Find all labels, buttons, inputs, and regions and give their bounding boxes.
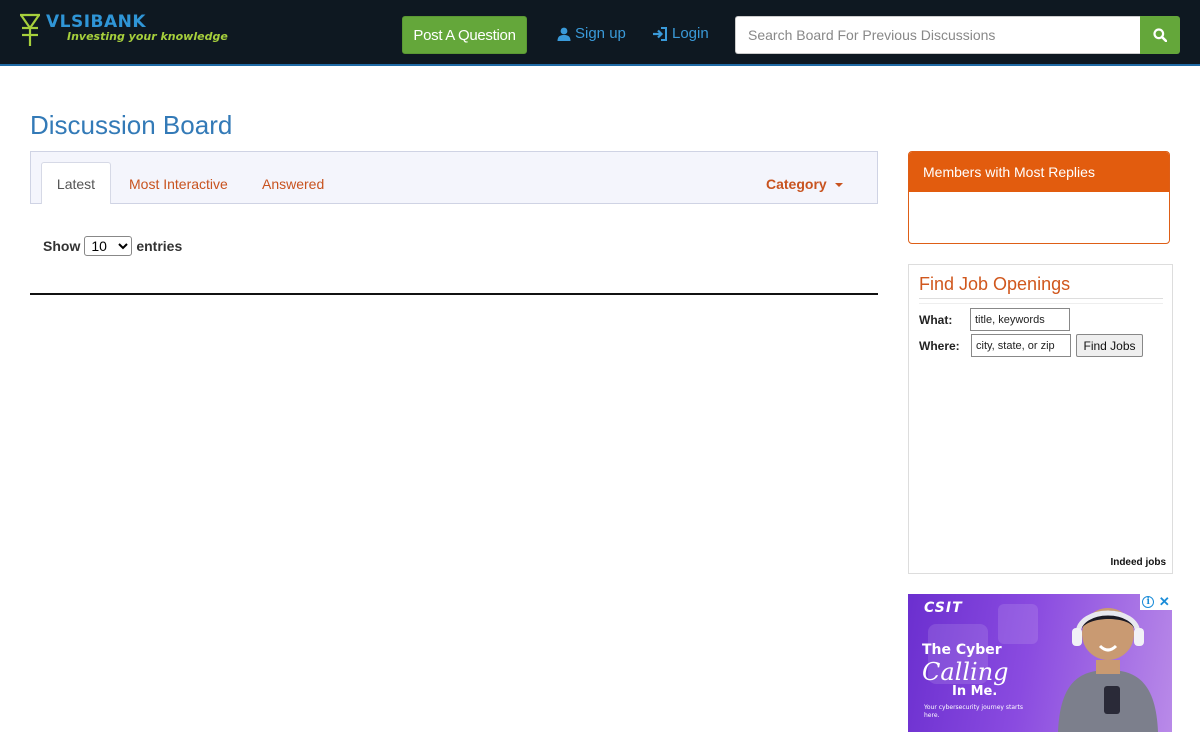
jobs-what-input[interactable]	[970, 308, 1070, 331]
ad-tagline: Your cybersecurity journey starts here.	[924, 704, 1023, 719]
search-input[interactable]	[735, 16, 1141, 54]
advertisement-banner[interactable]: CSIT The Cyber Calling In Me. Your cyber…	[908, 594, 1172, 732]
show-entries-control: Show 10 entries	[43, 236, 182, 256]
members-panel-heading: Members with Most Replies	[909, 152, 1169, 192]
post-question-button[interactable]: Post A Question	[402, 16, 527, 54]
logo-tagline: Investing your knowledge	[67, 30, 228, 43]
jobs-divider	[919, 298, 1163, 299]
page-title: Discussion Board	[30, 110, 233, 140]
tab-most-interactive[interactable]: Most Interactive	[129, 162, 228, 205]
search-form	[735, 16, 1180, 54]
top-navbar: VLSIBANK Investing your knowledge Post A…	[0, 0, 1200, 66]
login-link[interactable]: Login	[652, 25, 709, 42]
ad-logo: CSIT	[924, 600, 963, 616]
user-icon	[557, 27, 571, 41]
jobs-where-label: Where:	[919, 339, 960, 353]
jobs-where-input[interactable]	[971, 334, 1071, 357]
login-label: Login	[672, 25, 709, 42]
members-most-replies-panel: Members with Most Replies	[908, 151, 1170, 244]
ad-close-icon[interactable]: ✕	[1159, 595, 1170, 608]
ad-headline-tail: In Me.	[952, 684, 998, 699]
signup-label: Sign up	[575, 25, 626, 42]
logo-title: VLSIBANK	[46, 12, 147, 32]
tab-latest[interactable]: Latest	[41, 162, 111, 204]
search-button[interactable]	[1140, 16, 1180, 54]
ad-person-image	[1058, 608, 1158, 732]
indeed-jobs-link[interactable]: Indeed jobs	[1110, 557, 1166, 568]
category-label: Category	[766, 175, 827, 192]
site-logo[interactable]: VLSIBANK Investing your knowledge	[18, 12, 238, 52]
discussion-tabs: Latest Most Interactive Answered Categor…	[30, 151, 878, 204]
ad-headline-script: Calling	[922, 658, 1009, 686]
jobs-divider-secondary	[919, 303, 1163, 304]
find-jobs-button[interactable]: Find Jobs	[1076, 334, 1143, 357]
job-search-widget: Find Job Openings What: Where: Find Jobs…	[908, 264, 1173, 574]
ad-headline: The Cyber	[922, 642, 1002, 658]
ad-info-icon[interactable]: i	[1142, 596, 1155, 608]
ad-decor-shape	[998, 604, 1038, 644]
caret-down-icon	[834, 182, 843, 187]
jobs-title: Find Job Openings	[919, 274, 1071, 294]
table-divider	[30, 293, 878, 295]
signup-link[interactable]: Sign up	[557, 25, 626, 42]
search-icon	[1153, 28, 1167, 42]
entries-select[interactable]: 10	[84, 236, 133, 256]
jobs-what-label: What:	[919, 313, 953, 327]
ad-controls: i ✕	[1140, 594, 1172, 610]
show-label: Show	[43, 238, 81, 254]
sign-in-icon	[653, 26, 667, 41]
category-dropdown[interactable]: Category	[766, 162, 843, 205]
logo-mark-icon	[20, 13, 40, 46]
entries-label: entries	[136, 238, 183, 254]
tab-answered[interactable]: Answered	[262, 162, 324, 205]
